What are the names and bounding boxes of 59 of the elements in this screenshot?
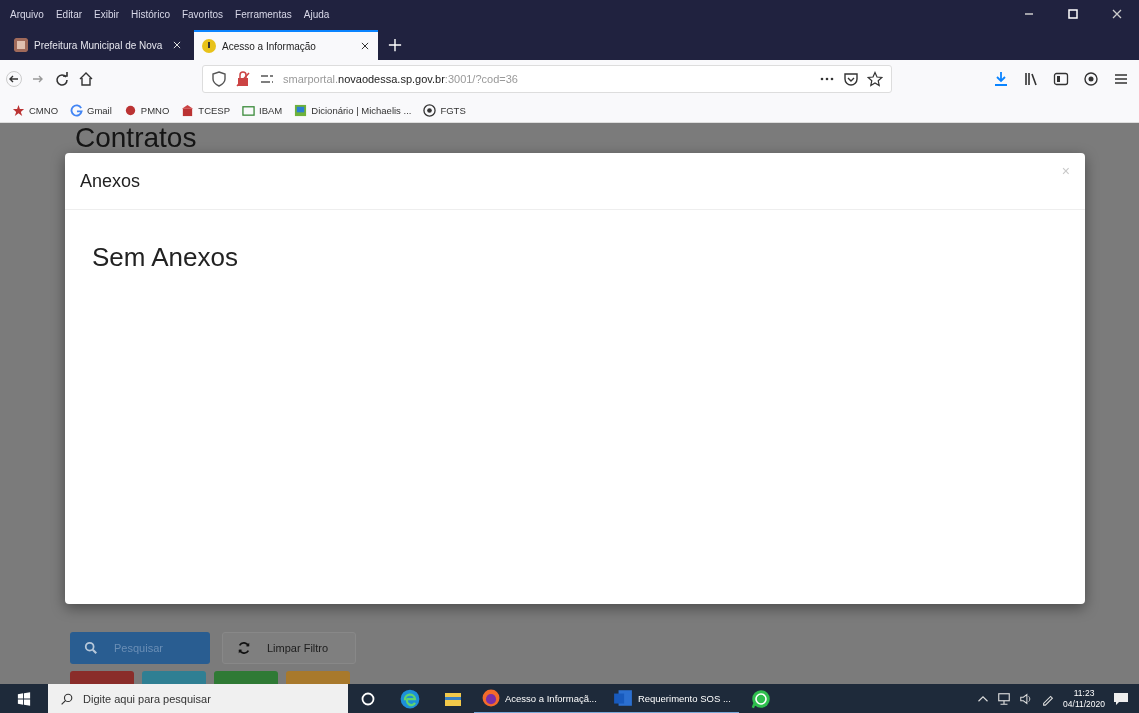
- extension-icon[interactable]: [1083, 71, 1099, 87]
- menu-icon[interactable]: [1113, 71, 1129, 87]
- bookmark[interactable]: FGTS: [423, 103, 466, 117]
- browser-tab[interactable]: Prefeitura Municipal de Nova: [6, 30, 190, 60]
- chat-icon[interactable]: [750, 689, 771, 709]
- folder-icon[interactable]: [444, 691, 462, 707]
- clear-filter-button[interactable]: Limpar Filtro: [222, 632, 356, 664]
- new-tab-icon[interactable]: [388, 38, 402, 52]
- menu-item[interactable]: Ferramentas: [235, 8, 292, 20]
- site-icon: [14, 38, 28, 52]
- url-text: smarportal.novaodessa.sp.gov.br:3001/?cod=36: [283, 73, 519, 85]
- search-icon: [60, 692, 73, 706]
- refresh-icon: [237, 641, 251, 655]
- home-icon[interactable]: [78, 71, 94, 87]
- bookmark[interactable]: TCESP: [181, 103, 231, 117]
- windows-icon[interactable]: [17, 692, 31, 706]
- bookmark[interactable]: CMNO: [12, 103, 59, 117]
- network-icon[interactable]: [997, 692, 1012, 706]
- search-field[interactable]: Digite aqui para pesquisar: [48, 684, 348, 713]
- edge-icon[interactable]: [400, 689, 420, 709]
- pocket-icon[interactable]: [843, 71, 859, 87]
- menu-item[interactable]: Exibir: [94, 8, 120, 20]
- round-icon: [123, 103, 137, 117]
- lock-icon[interactable]: [235, 71, 251, 87]
- close-icon[interactable]: [360, 41, 370, 51]
- empty-message: Sem Anexos: [92, 242, 238, 273]
- star-icon: [12, 103, 25, 117]
- taskbar-app[interactable]: Requerimento SOS ...: [604, 684, 739, 713]
- browser-tab[interactable]: Acesso a Informação: [194, 30, 378, 60]
- bookmark[interactable]: IBAM: [242, 103, 283, 117]
- bookmark[interactable]: PMNO: [123, 103, 170, 117]
- firefox-icon: [482, 689, 500, 707]
- modal-title: Anexos: [80, 170, 141, 192]
- search-icon: [84, 641, 98, 655]
- taskbar-app[interactable]: Acesso a Informaçã...: [474, 684, 605, 713]
- back-icon[interactable]: [6, 71, 22, 87]
- clock[interactable]: 11:23 04/11/2020: [1063, 688, 1105, 710]
- download-icon[interactable]: [993, 71, 1009, 87]
- menu-item[interactable]: Ajuda: [303, 8, 330, 20]
- document-icon: [612, 689, 633, 707]
- bookmark[interactable]: Gmail: [70, 103, 112, 117]
- building-icon: [181, 103, 195, 117]
- frame-icon: [242, 103, 256, 117]
- notification-icon[interactable]: [1113, 691, 1129, 707]
- cortana-icon[interactable]: [360, 691, 376, 707]
- library-icon[interactable]: [1023, 71, 1039, 87]
- menu-item[interactable]: Favoritos: [181, 8, 224, 20]
- star-icon[interactable]: [867, 71, 883, 87]
- info-icon: [202, 39, 216, 53]
- letter-icon: [70, 103, 84, 117]
- menu-item[interactable]: Arquivo: [10, 8, 44, 20]
- page-heading: Contratos: [75, 123, 197, 153]
- shield-icon[interactable]: [211, 71, 227, 87]
- address-bar[interactable]: smarportal.novaodessa.sp.gov.br:3001/?cod=36: [202, 65, 892, 93]
- bookmark[interactable]: Dicionário | Michaelis ...: [294, 103, 412, 117]
- menu-item[interactable]: Editar: [55, 8, 83, 20]
- sidebar-icon[interactable]: [1053, 71, 1069, 87]
- menu-item[interactable]: Histórico: [131, 8, 170, 20]
- reload-icon[interactable]: [54, 71, 70, 87]
